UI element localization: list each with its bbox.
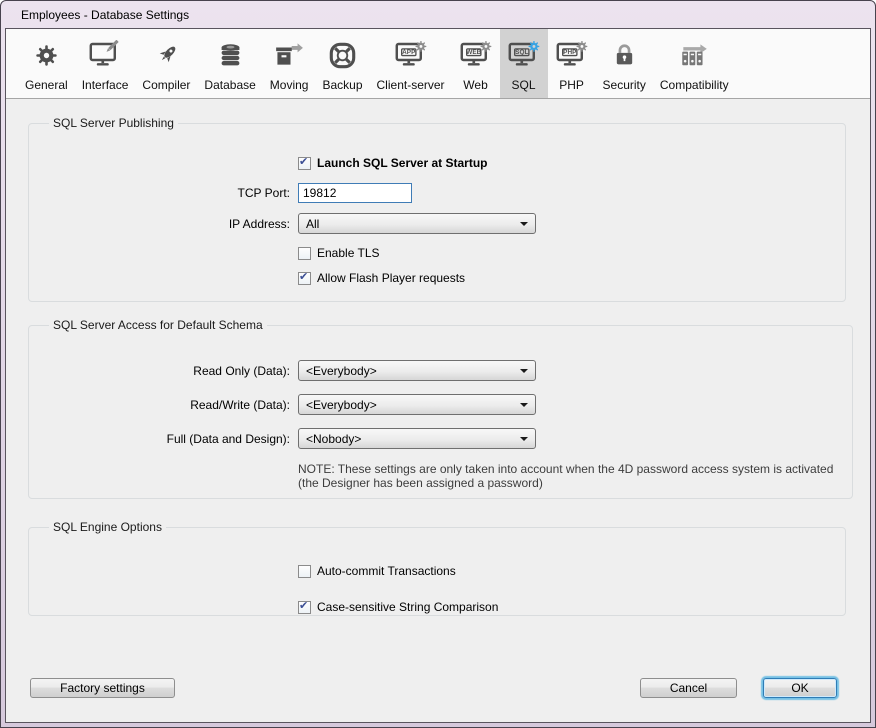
enable-tls-checkbox[interactable]	[298, 247, 311, 260]
svg-text:PHP: PHP	[563, 49, 577, 56]
ok-button[interactable]: OK	[763, 678, 837, 698]
toolbar-item-general[interactable]: General	[18, 29, 75, 98]
section-title: SQL Engine Options	[49, 520, 166, 534]
toolbar-item-php[interactable]: PHP PHP	[548, 29, 596, 98]
dialog-footer: Factory settings Cancel OK	[28, 678, 846, 698]
lifebuoy-icon	[329, 34, 356, 76]
window-frame: General Interf	[1, 28, 875, 727]
gear-icon	[33, 34, 60, 76]
read-only-label: Read Only (Data):	[43, 364, 298, 378]
toolbar-label: Database	[204, 78, 255, 92]
toolbar-item-interface[interactable]: Interface	[75, 29, 136, 98]
toolbar-item-compatibility[interactable]: Compatibility	[653, 29, 736, 98]
chevron-down-icon	[520, 403, 528, 407]
section-sql-server-access: SQL Server Access for Default Schema Rea…	[28, 318, 853, 499]
case-sensitive-label[interactable]: Case-sensitive String Comparison	[317, 600, 498, 614]
toolbar-item-web[interactable]: WEB Web	[452, 29, 500, 98]
padlock-icon	[612, 34, 637, 76]
toolbar-item-database[interactable]: Database	[197, 29, 262, 98]
allow-flash-checkbox[interactable]	[298, 272, 311, 285]
toolbar-label: Interface	[82, 78, 129, 92]
password-note-text: NOTE: These settings are only taken into…	[298, 462, 838, 491]
monitor-php-icon: PHP	[555, 34, 589, 76]
toolbar-label: Backup	[322, 78, 362, 92]
database-icon	[217, 34, 244, 76]
monitor-web-icon: WEB	[459, 34, 493, 76]
settings-content: SQL Server Publishing Launch SQL Server …	[6, 99, 870, 722]
launch-sql-server-label[interactable]: Launch SQL Server at Startup	[317, 156, 488, 170]
read-write-label: Read/Write (Data):	[43, 398, 298, 412]
read-write-value: <Everybody>	[306, 398, 377, 412]
tcp-port-input[interactable]	[298, 183, 412, 203]
svg-text:SQL: SQL	[515, 49, 528, 56]
enable-tls-label[interactable]: Enable TLS	[317, 246, 380, 260]
section-sql-engine-options: SQL Engine Options Auto-commit Transacti…	[28, 520, 846, 616]
toolbar-label: Client-server	[377, 78, 445, 92]
toolbar-item-moving[interactable]: Moving	[263, 29, 316, 98]
section-sql-server-publishing: SQL Server Publishing Launch SQL Server …	[28, 116, 846, 302]
cancel-button[interactable]: Cancel	[640, 678, 737, 698]
toolbar-item-compiler[interactable]: Compiler	[135, 29, 197, 98]
section-title: SQL Server Access for Default Schema	[49, 318, 267, 332]
auto-commit-checkbox[interactable]	[298, 565, 311, 578]
toolbar-item-backup[interactable]: Backup	[315, 29, 369, 98]
toolbar-label: Web	[463, 78, 487, 92]
full-access-select[interactable]: <Nobody>	[298, 428, 536, 449]
database-settings-dialog: Employees - Database Settings General	[0, 0, 876, 728]
ip-address-label: IP Address:	[43, 217, 298, 231]
toolbar-label: General	[25, 78, 68, 92]
toolbar-label: SQL	[512, 78, 536, 92]
toolbar-item-security[interactable]: Security	[596, 29, 653, 98]
box-arrow-icon	[274, 34, 304, 76]
factory-settings-button[interactable]: Factory settings	[30, 678, 175, 698]
chevron-down-icon	[520, 222, 528, 226]
chevron-down-icon	[520, 369, 528, 373]
monitor-app-icon: APP	[394, 34, 428, 76]
ip-address-select[interactable]: All	[298, 213, 536, 234]
tcp-port-label: TCP Port:	[43, 186, 298, 200]
window-title: Employees - Database Settings	[21, 8, 189, 22]
toolbar-label: Compiler	[142, 78, 190, 92]
allow-flash-label[interactable]: Allow Flash Player requests	[317, 271, 465, 285]
toolbar-label: Compatibility	[660, 78, 729, 92]
case-sensitive-checkbox[interactable]	[298, 601, 311, 614]
toolbar-label: Security	[603, 78, 646, 92]
titlebar: Employees - Database Settings	[1, 1, 875, 28]
full-access-label: Full (Data and Design):	[43, 432, 298, 446]
dialog-client-area: General Interf	[5, 28, 871, 723]
full-access-value: <Nobody>	[306, 432, 361, 446]
auto-commit-label[interactable]: Auto-commit Transactions	[317, 564, 456, 578]
read-write-select[interactable]: <Everybody>	[298, 394, 536, 415]
toolbar-item-sql[interactable]: SQL SQL	[500, 29, 548, 98]
svg-text:APP: APP	[402, 49, 416, 56]
read-only-value: <Everybody>	[306, 364, 377, 378]
toolbar-label: Moving	[270, 78, 309, 92]
chevron-down-icon	[520, 437, 528, 441]
monitor-pencil-icon	[88, 34, 122, 76]
rocket-icon	[153, 34, 180, 76]
toolbar-label: PHP	[559, 78, 584, 92]
launch-sql-server-checkbox[interactable]	[298, 157, 311, 170]
monitor-sql-icon: SQL	[507, 34, 541, 76]
binders-arrow-icon	[678, 34, 710, 76]
section-title: SQL Server Publishing	[49, 116, 178, 130]
ip-address-value: All	[306, 217, 319, 231]
read-only-select[interactable]: <Everybody>	[298, 360, 536, 381]
svg-text:WEB: WEB	[466, 49, 481, 56]
settings-toolbar: General Interf	[6, 29, 870, 99]
toolbar-item-client-server[interactable]: APP Client-server	[370, 29, 452, 98]
